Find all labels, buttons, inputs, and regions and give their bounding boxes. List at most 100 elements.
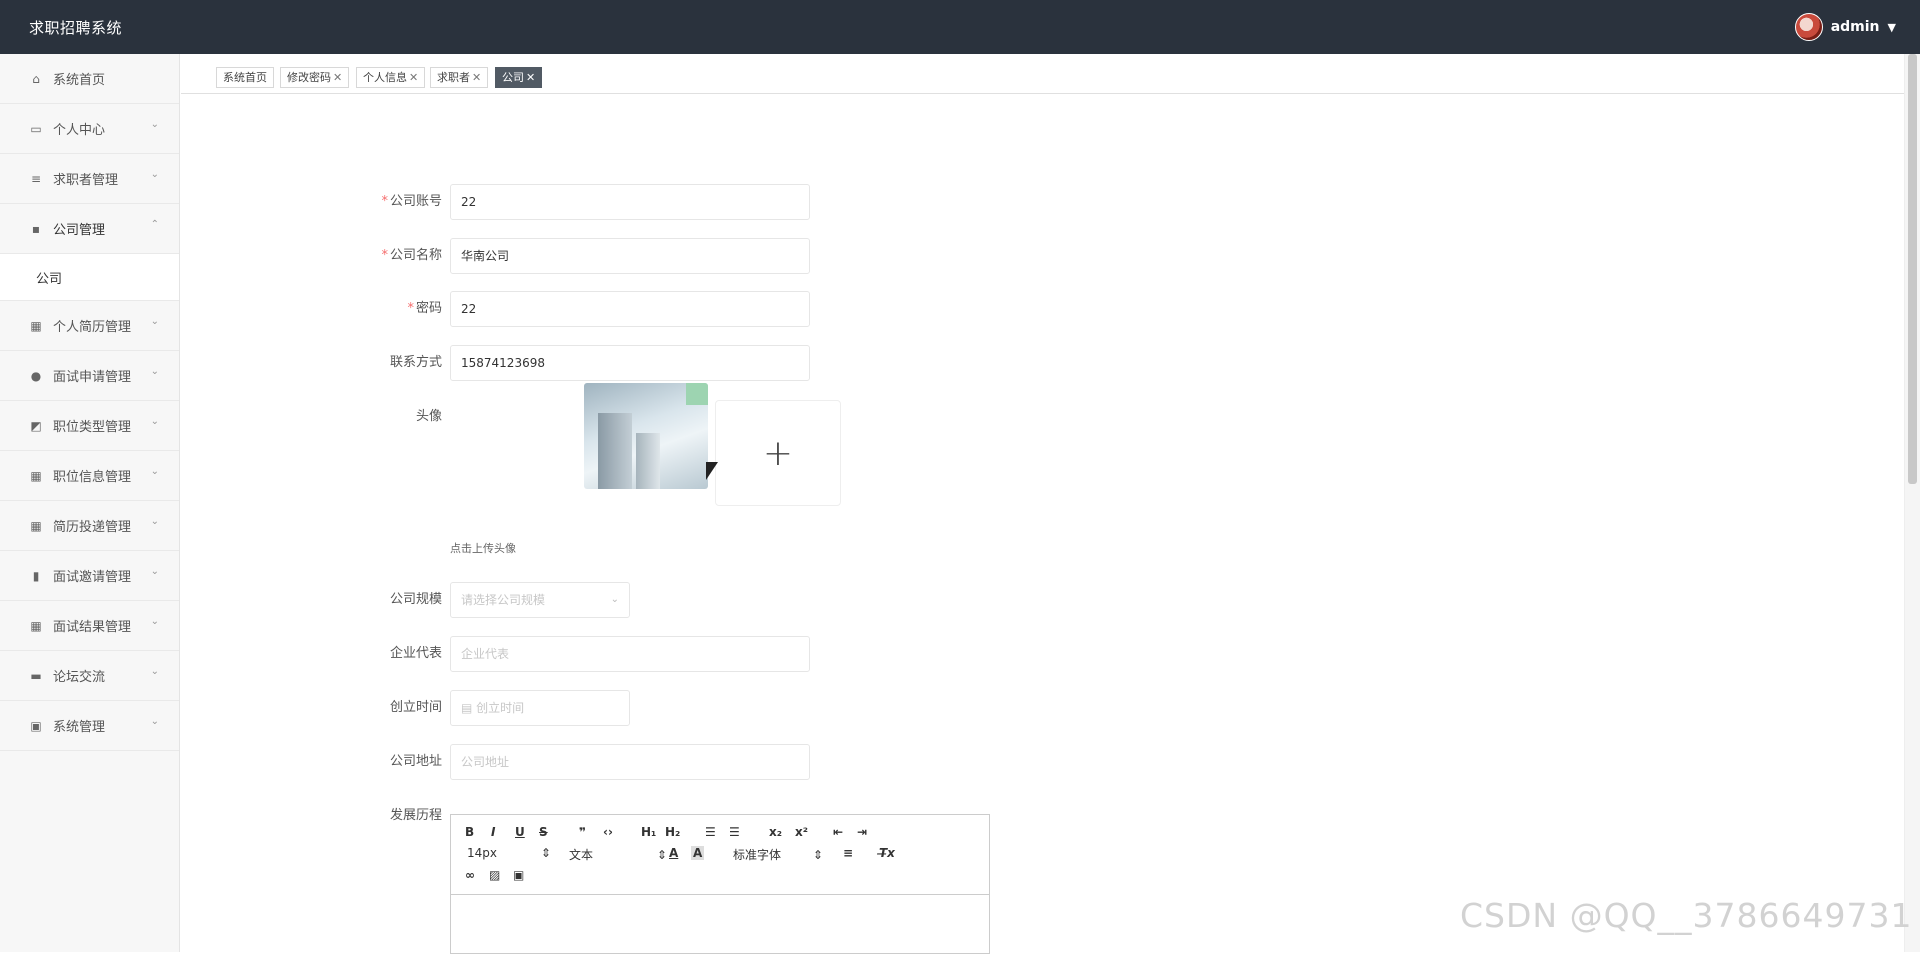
close-icon[interactable]: ✕ bbox=[526, 71, 535, 84]
video-icon[interactable]: ▣ bbox=[513, 868, 524, 882]
tab-label: 个人信息 bbox=[363, 71, 407, 84]
italic-icon[interactable]: I bbox=[491, 825, 495, 839]
bullet-list-icon[interactable]: ☰ bbox=[729, 825, 740, 839]
sidebar-item-resume[interactable]: ▦ 个人简历管理 ⌄ bbox=[0, 301, 179, 351]
chevron-up-icon: ⌃ bbox=[150, 219, 159, 230]
upload-avatar-button[interactable]: + bbox=[715, 400, 841, 506]
vertical-scrollbar[interactable] bbox=[1904, 54, 1920, 952]
strikethrough-icon[interactable]: S bbox=[539, 825, 548, 839]
watermark: CSDN @QQ__3786649731 bbox=[1460, 896, 1913, 935]
font-size-select[interactable]: 14px ⇕ bbox=[467, 846, 551, 860]
bold-icon[interactable]: B bbox=[465, 825, 474, 839]
close-icon[interactable]: ✕ bbox=[333, 71, 342, 84]
chevron-down-icon: ⌄ bbox=[150, 566, 159, 577]
clipboard-icon: ▣ bbox=[30, 718, 42, 733]
sidebar-item-company-management[interactable]: ▪ 公司管理 ⌃ bbox=[0, 204, 179, 254]
calendar-icon: ▤ bbox=[461, 701, 477, 715]
quote-icon[interactable]: ❞ bbox=[579, 825, 586, 839]
sidebar-item-job-type[interactable]: ◩ 职位类型管理 ⌄ bbox=[0, 401, 179, 451]
subscript-icon[interactable]: x₂ bbox=[769, 825, 782, 839]
close-icon[interactable]: ✕ bbox=[409, 71, 418, 84]
app-title: 求职招聘系统 bbox=[29, 19, 123, 37]
input-placeholder: 企业代表 bbox=[461, 647, 510, 661]
avatar[interactable] bbox=[1794, 13, 1823, 41]
caret-down-icon[interactable]: ▼ bbox=[1888, 21, 1896, 34]
chevron-down-icon: ⌄ bbox=[150, 366, 159, 377]
heading2-icon[interactable]: H₂ bbox=[665, 825, 680, 839]
label-text: 密码 bbox=[415, 301, 442, 316]
sidebar-item-jobseekers[interactable]: ≡ 求职者管理 ⌄ bbox=[0, 154, 179, 204]
sidebar-item-personal-center[interactable]: ▭ 个人中心 ⌄ bbox=[0, 104, 179, 154]
outdent-icon[interactable]: ⇤ bbox=[833, 825, 843, 839]
superscript-icon[interactable]: x² bbox=[795, 825, 808, 839]
sidebar-item-interview-result[interactable]: ▦ 面试结果管理 ⌄ bbox=[0, 601, 179, 651]
align-icon[interactable]: ≡ bbox=[843, 846, 853, 860]
sidebar-item-label: 面试邀请管理 bbox=[53, 570, 132, 585]
sidebar-item-interview-invite[interactable]: ▮ 面试邀请管理 ⌄ bbox=[0, 551, 179, 601]
chevron-down-icon: ⌄ bbox=[150, 616, 159, 627]
scale-select[interactable]: 请选择公司规模 ⌄ bbox=[450, 582, 630, 618]
contact-field[interactable]: 15874123698 bbox=[450, 345, 810, 381]
home-icon: ⌂ bbox=[32, 71, 40, 86]
label-text: 公司名称 bbox=[389, 248, 442, 263]
background-color-icon[interactable]: A bbox=[691, 846, 705, 860]
sidebar-item-label: 简历投递管理 bbox=[53, 520, 132, 535]
company-name-field[interactable]: 华南公司 bbox=[450, 238, 810, 274]
tab-bar: 系统首页 修改密码 ✕ 个人信息 ✕ 求职者 ✕ 公司 ✕ bbox=[181, 54, 1904, 94]
underline-icon[interactable]: U bbox=[515, 825, 525, 839]
code-icon[interactable]: ‹› bbox=[603, 825, 613, 839]
close-icon[interactable]: ✕ bbox=[472, 71, 481, 84]
tab-jobseeker[interactable]: 求职者 ✕ bbox=[430, 67, 489, 88]
sidebar-item-resume-delivery[interactable]: ▦ 简历投递管理 ⌄ bbox=[0, 501, 179, 551]
select-placeholder: 请选择公司规模 bbox=[461, 593, 546, 607]
sidebar-item-home[interactable]: ⌂ 系统首页 bbox=[0, 54, 179, 104]
user-menu[interactable]: admin ▼ bbox=[1794, 13, 1896, 41]
password-label: * 密码 bbox=[300, 291, 442, 327]
input-placeholder: 创立时间 bbox=[476, 701, 525, 715]
heading1-icon[interactable]: H₁ bbox=[641, 825, 656, 839]
format-value: 文本 bbox=[569, 848, 594, 862]
tab-change-password[interactable]: 修改密码 ✕ bbox=[280, 67, 350, 88]
sidebar-subitem-company[interactable]: 公司 bbox=[0, 254, 179, 301]
format-select[interactable]: 文本 ⇕ bbox=[569, 846, 667, 863]
address-field[interactable]: 公司地址 bbox=[450, 744, 810, 780]
indent-icon[interactable]: ⇥ bbox=[857, 825, 867, 839]
founded-date-picker[interactable]: ▤ 创立时间 bbox=[450, 690, 630, 726]
clear-format-icon[interactable]: T̶x bbox=[879, 846, 895, 860]
required-mark: * bbox=[381, 248, 388, 263]
representative-field[interactable]: 企业代表 bbox=[450, 636, 810, 672]
user-name[interactable]: admin bbox=[1831, 19, 1880, 35]
tab-personal-info[interactable]: 个人信息 ✕ bbox=[356, 67, 426, 88]
font-family-select[interactable]: 标准字体 ⇕ bbox=[733, 846, 823, 863]
tab-home[interactable]: 系统首页 bbox=[216, 67, 274, 88]
sidebar: ⌂ 系统首页 ▭ 个人中心 ⌄ ≡ 求职者管理 ⌄ ▪ 公司管理 ⌃ 公司 ▦ … bbox=[0, 54, 180, 952]
ordered-list-icon[interactable]: ☰ bbox=[705, 825, 716, 839]
account-field[interactable]: 22 bbox=[450, 184, 810, 220]
sidebar-item-interview-apply[interactable]: ● 面试申请管理 ⌄ bbox=[0, 351, 179, 401]
sidebar-item-label: 系统管理 bbox=[53, 720, 106, 735]
image-icon[interactable]: ▨ bbox=[489, 868, 500, 882]
link-icon[interactable]: ∞ bbox=[465, 868, 475, 882]
sidebar-item-job-info[interactable]: ▦ 职位信息管理 ⌄ bbox=[0, 451, 179, 501]
scrollbar-thumb[interactable] bbox=[1908, 54, 1917, 484]
user-icon: ● bbox=[30, 368, 42, 383]
tab-company[interactable]: 公司 ✕ bbox=[495, 67, 543, 88]
updown-icon: ⇕ bbox=[540, 846, 551, 860]
sidebar-item-system[interactable]: ▣ 系统管理 ⌄ bbox=[0, 701, 179, 751]
rich-text-editor[interactable]: B I U S ❞ ‹› H₁ H₂ ☰ ☰ x₂ x² ⇤ ⇥ 14px ⇕ … bbox=[450, 814, 990, 954]
font-color-icon[interactable]: A bbox=[669, 846, 678, 860]
sidebar-item-label: 面试申请管理 bbox=[53, 370, 132, 385]
avatar-preview-image[interactable] bbox=[584, 383, 708, 489]
sidebar-item-label: 职位类型管理 bbox=[53, 420, 132, 435]
briefcase-icon: ▬ bbox=[30, 668, 42, 683]
sidebar-item-label: 面试结果管理 bbox=[53, 620, 132, 635]
tab-label: 公司 bbox=[502, 71, 524, 84]
sidebar-item-forum[interactable]: ▬ 论坛交流 ⌄ bbox=[0, 651, 179, 701]
required-mark: * bbox=[381, 194, 388, 209]
tab-label: 求职者 bbox=[437, 71, 470, 84]
sidebar-item-label: 论坛交流 bbox=[53, 670, 106, 685]
password-field[interactable]: 22 bbox=[450, 291, 810, 327]
grid-icon: ▦ bbox=[30, 468, 42, 483]
scale-label: 公司规模 bbox=[389, 592, 442, 607]
sidebar-item-label: 系统首页 bbox=[53, 73, 106, 88]
